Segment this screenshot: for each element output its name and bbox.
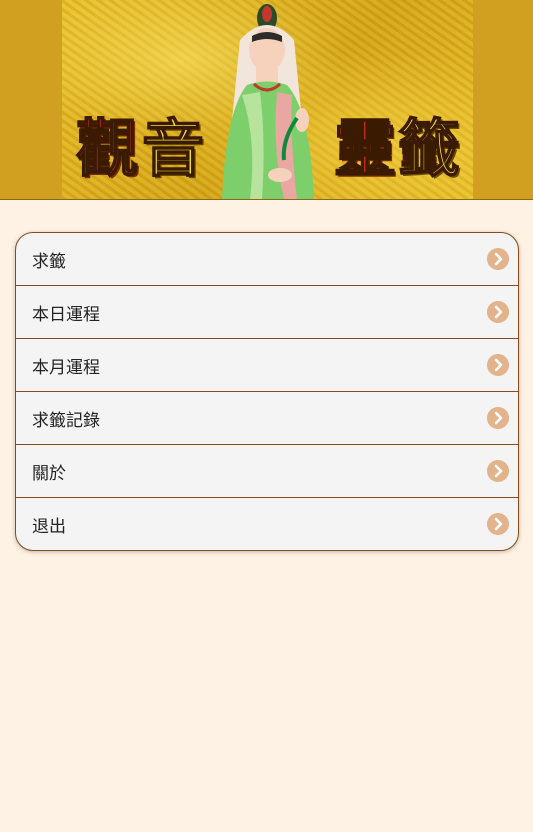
chevron-right-icon bbox=[487, 354, 509, 376]
chevron-right-icon bbox=[487, 301, 509, 323]
chevron-right-icon bbox=[487, 460, 509, 482]
menu-item-label: 求籤 bbox=[32, 251, 66, 272]
menu-item-exit[interactable]: 退出 bbox=[16, 498, 518, 550]
title-char-2: 音 bbox=[141, 111, 205, 186]
banner-image: 觀 音 靈 籤 bbox=[62, 0, 473, 199]
chevron-right-icon bbox=[487, 513, 509, 535]
title-char-4: 籤 bbox=[397, 111, 461, 186]
menu-item-lot-history[interactable]: 求籤記錄 bbox=[16, 392, 518, 445]
menu-item-daily-fortune[interactable]: 本日運程 bbox=[16, 286, 518, 339]
menu-item-monthly-fortune[interactable]: 本月運程 bbox=[16, 339, 518, 392]
chevron-right-icon bbox=[487, 407, 509, 429]
guanyin-statue-image bbox=[222, 4, 314, 199]
menu-item-label: 求籤記錄 bbox=[32, 410, 100, 431]
main-menu: 求籤 本日運程 本月運程 求籤記錄 關於 退出 bbox=[15, 232, 519, 551]
menu-item-draw-lot[interactable]: 求籤 bbox=[16, 233, 518, 286]
header: 觀 音 靈 籤 bbox=[0, 0, 533, 200]
chevron-right-icon bbox=[487, 248, 509, 270]
menu-item-about[interactable]: 關於 bbox=[16, 445, 518, 498]
menu-item-label: 關於 bbox=[32, 463, 66, 484]
menu-item-label: 退出 bbox=[32, 516, 66, 537]
title-char-1: 觀 bbox=[75, 111, 139, 186]
menu-item-label: 本月運程 bbox=[32, 357, 100, 378]
title-char-3: 靈 bbox=[333, 111, 397, 186]
menu-item-label: 本日運程 bbox=[32, 304, 100, 325]
